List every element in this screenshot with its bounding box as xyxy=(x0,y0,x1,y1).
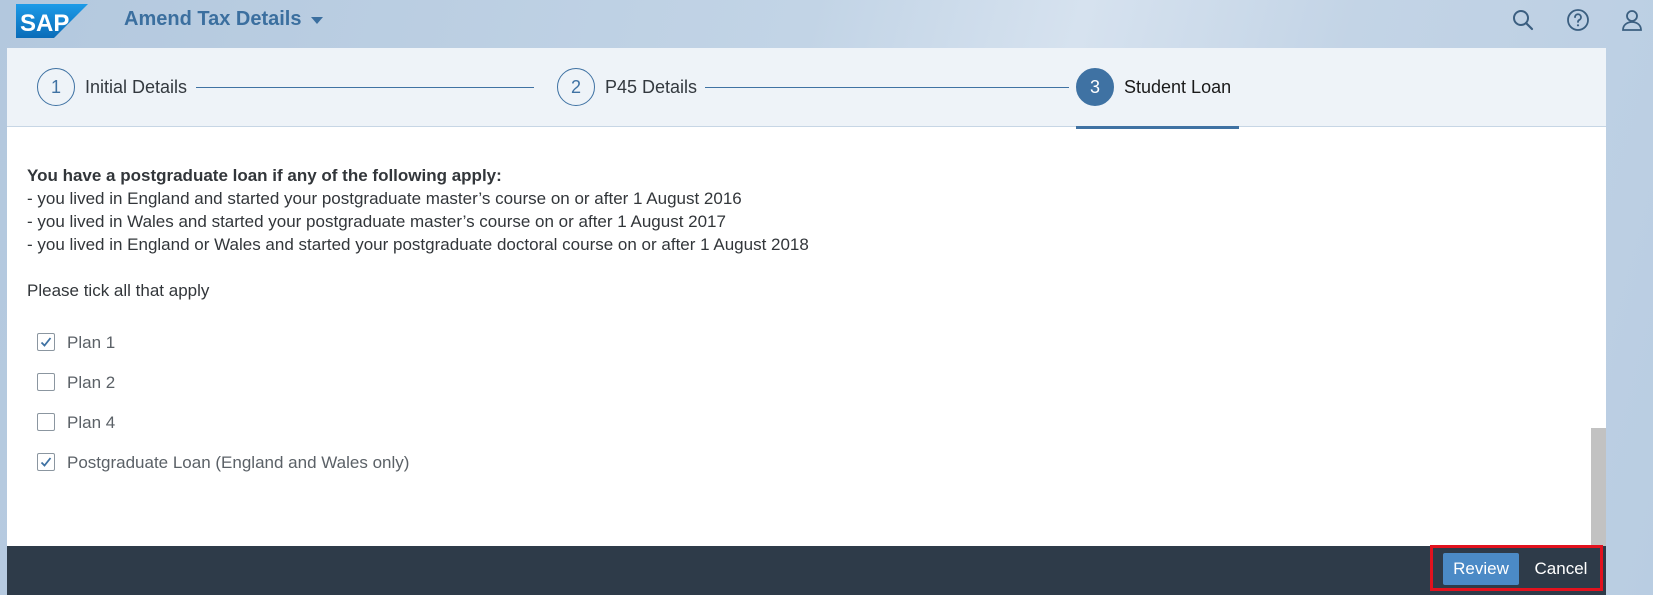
step-number: 1 xyxy=(37,68,75,106)
wizard-progress-bar: 1 Initial Details 2 P45 Details 3 Studen… xyxy=(7,48,1606,127)
checkbox-label: Plan 2 xyxy=(67,372,116,392)
checkbox[interactable] xyxy=(37,333,55,351)
help-icon[interactable] xyxy=(1566,8,1590,32)
vertical-scrollbar[interactable] xyxy=(1591,428,1606,546)
app-title: Amend Tax Details xyxy=(124,8,302,30)
footer-bar xyxy=(7,546,1606,595)
checkbox[interactable] xyxy=(37,453,55,471)
checkmark-icon xyxy=(40,337,52,347)
app-title-menu[interactable]: Amend Tax Details xyxy=(124,8,324,31)
checkbox[interactable] xyxy=(37,413,55,431)
checkbox-plan-4[interactable]: Plan 4 xyxy=(27,402,1527,442)
sap-logo[interactable]: SAP xyxy=(16,4,88,38)
checkbox-label: Plan 4 xyxy=(67,412,116,432)
instruction-text: Please tick all that apply xyxy=(27,281,210,300)
wizard-step-3[interactable]: 3 Student Loan xyxy=(1076,68,1231,106)
checkbox-postgraduate-loan[interactable]: Postgraduate Loan (England and Wales onl… xyxy=(27,442,1527,482)
plan-checklist: Plan 1 Plan 2 Plan 4 Postgraduate Loan (… xyxy=(27,322,1527,482)
checkbox-label: Postgraduate Loan (England and Wales onl… xyxy=(67,452,410,472)
checkbox-plan-1[interactable]: Plan 1 xyxy=(27,322,1527,362)
step-number: 3 xyxy=(1076,68,1114,106)
condition-item: - you lived in England or Wales and star… xyxy=(27,235,809,254)
wizard-step-2[interactable]: 2 P45 Details xyxy=(557,68,697,106)
user-icon[interactable] xyxy=(1620,8,1644,32)
step-label: P45 Details xyxy=(605,76,698,97)
checkbox-plan-2[interactable]: Plan 2 xyxy=(27,362,1527,402)
checkmark-icon xyxy=(40,457,52,467)
wizard-step-1[interactable]: 1 Initial Details xyxy=(37,68,187,106)
action-highlight-box xyxy=(1430,545,1603,591)
active-step-indicator xyxy=(1076,126,1239,129)
checkbox[interactable] xyxy=(37,373,55,391)
condition-item: - you lived in Wales and started your po… xyxy=(27,212,726,231)
step-number: 2 xyxy=(557,68,595,106)
step-connector xyxy=(705,87,1069,88)
sap-logo-text: SAP xyxy=(20,10,69,37)
search-icon[interactable] xyxy=(1511,8,1535,32)
section-heading: You have a postgraduate loan if any of t… xyxy=(27,166,502,185)
chevron-down-icon xyxy=(311,17,324,24)
shell-bar: SAP Amend Tax Details xyxy=(0,0,1653,46)
checkbox-label: Plan 1 xyxy=(67,332,116,352)
main-panel: 1 Initial Details 2 P45 Details 3 Studen… xyxy=(7,48,1606,546)
step-label: Student Loan xyxy=(1124,76,1232,97)
step-label: Initial Details xyxy=(85,76,188,97)
condition-item: - you lived in England and started your … xyxy=(27,189,742,208)
student-loan-form: You have a postgraduate loan if any of t… xyxy=(27,164,1527,482)
step-connector xyxy=(196,87,534,88)
